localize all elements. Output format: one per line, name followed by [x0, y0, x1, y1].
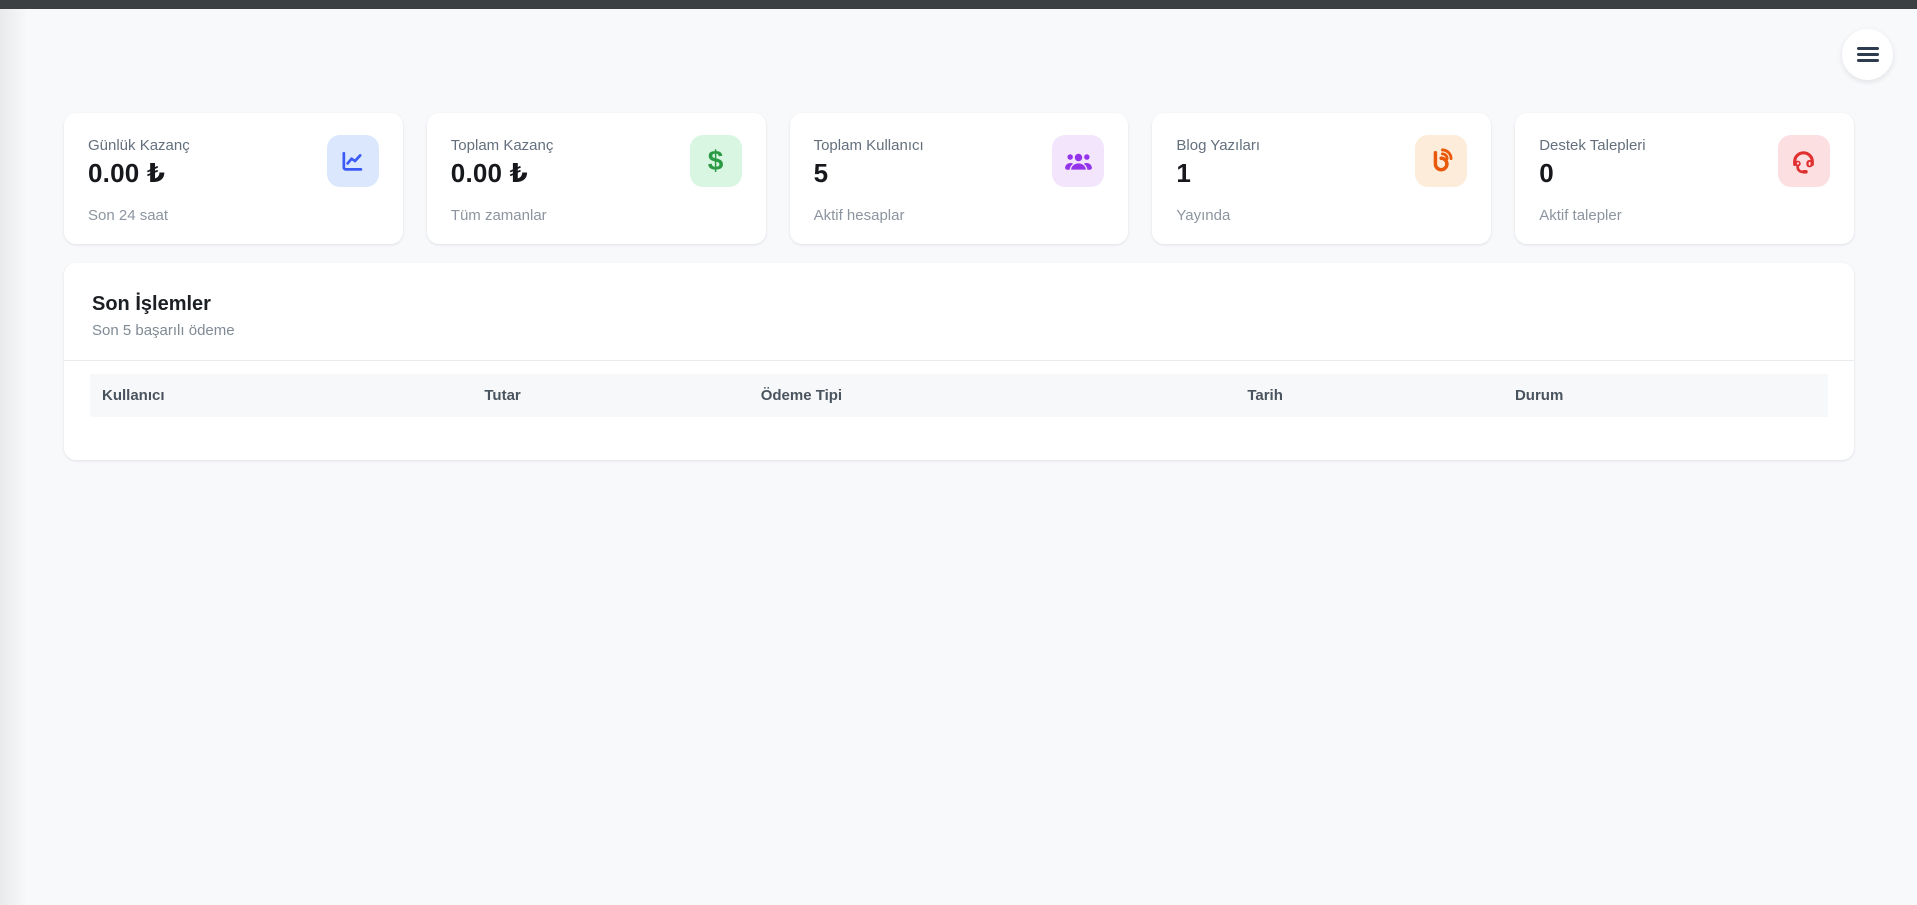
- column-header-odeme-tipi: Ödeme Tipi: [748, 374, 1236, 417]
- stats-cards-row: Günlük Kazanç 0.00 ₺ Son 24 saat Toplam …: [64, 113, 1854, 244]
- headset-icon: [1777, 135, 1830, 187]
- users-icon: [1052, 135, 1105, 187]
- dollar-icon: $: [689, 135, 742, 187]
- chart-line-icon: [326, 135, 379, 187]
- section-title: Son İşlemler: [92, 293, 211, 315]
- stat-card-subtitle: Aktif talepler: [1539, 207, 1622, 224]
- stat-card-total-users: Toplam Kullanıcı 5 Aktif hesaplar: [789, 113, 1129, 244]
- left-edge-shadow: [0, 9, 28, 905]
- stat-card-total-earnings: Toplam Kazanç 0.00 ₺ Tüm zamanlar $: [426, 113, 766, 244]
- recent-transactions-header: Son İşlemler Son 5 başarılı ödeme: [64, 263, 1854, 361]
- top-accent-bar: [0, 0, 1917, 9]
- column-header-tarih: Tarih: [1235, 374, 1503, 417]
- stat-card-subtitle: Aktif hesaplar: [813, 207, 905, 224]
- blog-icon: [1415, 135, 1468, 187]
- stat-card-subtitle: Yayında: [1176, 207, 1231, 224]
- stat-card-daily-earnings: Günlük Kazanç 0.00 ₺ Son 24 saat: [64, 113, 403, 244]
- recent-transactions-card: Son İşlemler Son 5 başarılı ödeme Kullan…: [64, 263, 1854, 460]
- column-header-durum: Durum: [1502, 374, 1828, 417]
- transactions-table-wrapper: Kullanıcı Tutar Ödeme Tipi Tarih Durum: [64, 361, 1854, 417]
- stat-card-subtitle: Son 24 saat: [88, 207, 169, 224]
- column-header-kullanici: Kullanıcı: [90, 374, 473, 417]
- stat-card-support-tickets: Destek Talepleri 0 Aktif talepler: [1515, 113, 1854, 244]
- section-subtitle: Son 5 başarılı ödeme: [92, 322, 235, 339]
- transactions-table: Kullanıcı Tutar Ödeme Tipi Tarih Durum: [90, 374, 1828, 417]
- menu-button[interactable]: [1842, 29, 1893, 80]
- hamburger-icon: [1856, 46, 1879, 63]
- column-header-tutar: Tutar: [472, 374, 749, 417]
- stat-card-subtitle: Tüm zamanlar: [450, 207, 547, 224]
- stat-card-blog-posts: Blog Yazıları 1 Yayında: [1152, 113, 1492, 244]
- table-header-row: Kullanıcı Tutar Ödeme Tipi Tarih Durum: [90, 374, 1828, 417]
